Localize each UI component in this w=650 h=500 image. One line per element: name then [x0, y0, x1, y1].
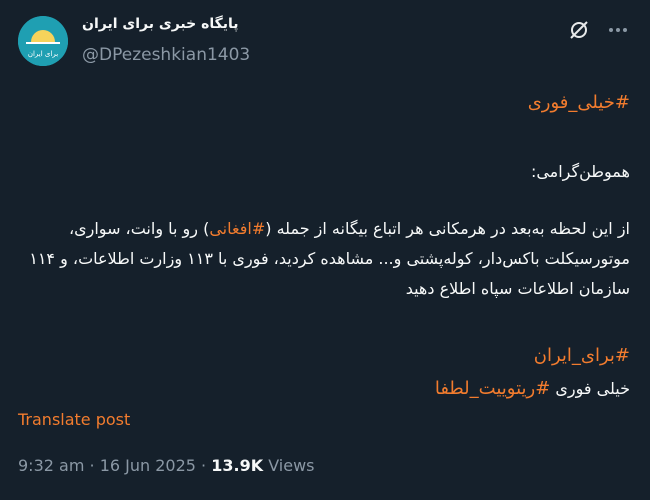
post-time[interactable]: 9:32 am [18, 456, 84, 475]
avatar-text: برای ایران [28, 50, 58, 58]
views-count[interactable]: 13.9K [211, 456, 263, 475]
paragraph-text: از این لحظه به‌بعد در هرمکانی هر اتباع ب… [265, 219, 630, 238]
tweet-card: برای ایران پایگاه خبری برای ایران @DPeze… [0, 0, 650, 500]
views-label: Views [268, 456, 315, 475]
meta-separator: · [89, 456, 95, 475]
closing-line: خیلی فوری #ریتوییت_لطفا [20, 374, 630, 404]
post-date[interactable]: 16 Jun 2025 [100, 456, 196, 475]
avatar[interactable]: برای ایران [18, 16, 68, 66]
more-dots-icon[interactable] [604, 16, 632, 44]
hashtag-top-line: #خیلی_فوری [20, 88, 630, 118]
avatar-logo-icon: برای ایران [18, 16, 68, 66]
hashtag-bottom-line: #برای_ایران [20, 341, 630, 371]
hashtag-link-retweet[interactable]: #ریتوییت_لطفا [435, 378, 550, 399]
meta-separator: · [201, 456, 207, 475]
hashtag-link[interactable]: #خیلی_فوری [528, 92, 630, 113]
display-name[interactable]: پایگاه خبری برای ایران [82, 16, 242, 32]
tweet-meta: 9:32 am · 16 Jun 2025 · 13.9K Views [18, 456, 315, 475]
closing-text: خیلی فوری [550, 379, 630, 398]
hashtag-link-baraye-iran[interactable]: #برای_ایران [534, 345, 630, 366]
user-handle[interactable]: @DPezeshkian1403 [82, 45, 250, 65]
translate-post-link[interactable]: Translate post [18, 410, 130, 429]
greeting-line: هموطن‌گرامی: [530, 162, 630, 181]
hashtag-link-afghani[interactable]: #افغانی [209, 219, 265, 238]
tweet-paragraph: از این لحظه به‌بعد در هرمکانی هر اتباع ب… [20, 214, 630, 304]
slash-circle-icon[interactable] [565, 16, 593, 44]
